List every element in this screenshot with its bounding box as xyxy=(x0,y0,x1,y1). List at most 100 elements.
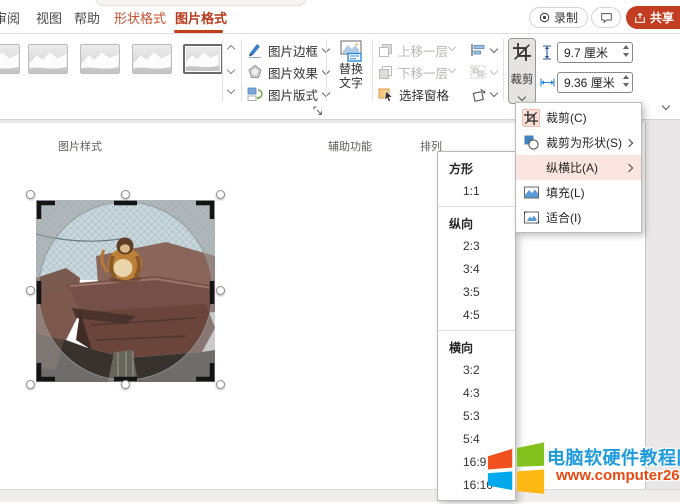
aspect-option-2-3[interactable]: 2:3 xyxy=(438,235,515,258)
picture-style-thumbnail[interactable] xyxy=(80,44,120,74)
active-tab-underline xyxy=(174,30,223,33)
selection-pane-button[interactable]: 选择窗格 xyxy=(378,84,449,104)
menu-item-fit[interactable]: 适合(I) xyxy=(516,205,641,230)
menu-item-fill-label: 填充(L) xyxy=(546,186,585,200)
aspect-option-4-3[interactable]: 4:3 xyxy=(438,382,515,405)
ribbon-tab-bar: 审阅 视图 帮助 形状格式 图片格式 录制 共享 xyxy=(0,0,680,34)
aspect-option-1-1[interactable]: 1:1 xyxy=(438,180,515,203)
bring-forward-label: 上移一层 xyxy=(398,44,449,59)
group-objects-icon xyxy=(470,65,486,79)
submenu-arrow-icon xyxy=(624,138,634,147)
record-label: 录制 xyxy=(554,11,579,25)
alt-text-icon xyxy=(340,40,362,62)
rotate-button[interactable] xyxy=(470,84,499,104)
site-watermark: 电脑软硬件教程网 www.computer26.com xyxy=(486,440,680,501)
dialog-launcher-icon[interactable] xyxy=(313,106,323,116)
menu-item-fit-label: 适合(I) xyxy=(546,211,582,225)
picture-layout-label: 图片版式 xyxy=(268,88,319,103)
selection-handle[interactable] xyxy=(121,380,130,389)
picture-style-thumbnail[interactable] xyxy=(28,44,68,74)
windows-logo xyxy=(487,442,545,494)
selection-handle[interactable] xyxy=(121,190,130,199)
selection-handle[interactable] xyxy=(26,190,35,199)
gallery-more-icon[interactable] xyxy=(223,81,238,102)
share-label: 共享 xyxy=(650,11,675,25)
width-field[interactable]: 9.36 厘米 xyxy=(557,72,633,93)
menu-item-crop-to-shape-label: 裁剪为形状(S) xyxy=(546,136,622,150)
picture-layout-icon xyxy=(247,87,263,101)
group-separator xyxy=(372,39,373,101)
bring-forward-button: 上移一层 xyxy=(378,40,448,60)
selection-handle[interactable] xyxy=(216,190,225,199)
fit-icon xyxy=(522,209,540,227)
portrait-section-header: 纵向 xyxy=(449,217,474,231)
tab-view[interactable]: 视图 xyxy=(36,8,62,27)
aspect-option-3-4[interactable]: 3:4 xyxy=(438,258,515,281)
gallery-up-icon[interactable] xyxy=(223,40,238,61)
picture-border-button[interactable]: 图片边框 xyxy=(247,40,331,60)
fill-icon xyxy=(522,184,540,202)
picture-effects-button[interactable]: 图片效果 xyxy=(247,62,331,82)
aspect-option-3-2[interactable]: 3:2 xyxy=(438,359,515,382)
chevron-down-icon xyxy=(489,66,499,75)
cropped-picture[interactable] xyxy=(26,190,225,389)
picture-effects-icon xyxy=(248,64,262,78)
group-separator xyxy=(241,39,242,101)
selection-handle[interactable] xyxy=(216,380,225,389)
collapse-ribbon-icon[interactable] xyxy=(661,101,671,111)
alt-text-button[interactable]: 替换 文字 xyxy=(330,40,372,100)
aspect-option-4-5[interactable]: 4:5 xyxy=(438,304,515,327)
selection-handle[interactable] xyxy=(26,380,35,389)
chevron-down-icon xyxy=(447,42,457,52)
menu-item-crop-to-shape[interactable]: 裁剪为形状(S) xyxy=(516,130,641,155)
tab-picture-format[interactable]: 图片格式 xyxy=(175,8,227,27)
record-button[interactable]: 录制 xyxy=(529,7,589,28)
picture-style-thumbnail[interactable] xyxy=(0,44,20,74)
width-spinner[interactable] xyxy=(623,75,629,87)
gallery-down-icon[interactable] xyxy=(223,61,238,82)
tab-shape-format[interactable]: 形状格式 xyxy=(114,8,166,27)
share-button[interactable]: 共享 xyxy=(626,6,680,29)
alt-text-label-line2: 文字 xyxy=(338,76,363,90)
height-field[interactable]: 9.7 厘米 xyxy=(557,42,633,63)
crop-icon xyxy=(522,108,540,127)
crop-button[interactable]: 裁剪 xyxy=(508,38,536,104)
menu-item-aspect-ratio[interactable]: 纵横比(A) xyxy=(516,155,641,180)
height-spinner[interactable] xyxy=(623,45,629,57)
selection-pane-icon xyxy=(378,88,394,102)
picture-style-thumbnail[interactable] xyxy=(132,44,172,74)
send-backward-button: 下移一层 xyxy=(378,62,448,82)
menu-item-crop-label: 裁剪(C) xyxy=(546,111,587,125)
align-icon xyxy=(471,44,485,56)
aspect-option-5-3[interactable]: 5:3 xyxy=(438,405,515,428)
height-icon xyxy=(543,45,551,60)
menu-item-crop[interactable]: 裁剪(C) xyxy=(516,105,641,130)
monkey-photo xyxy=(35,200,215,382)
search-box-remnant[interactable] xyxy=(95,0,307,6)
record-icon xyxy=(539,12,550,23)
submenu-arrow-icon xyxy=(624,163,634,172)
aspect-option-3-5[interactable]: 3:5 xyxy=(438,281,515,304)
picture-border-icon xyxy=(249,44,261,58)
chevron-down-icon xyxy=(489,44,499,53)
picture-style-thumbnail-selected[interactable] xyxy=(183,44,223,74)
rotate-icon xyxy=(472,88,486,102)
selection-handle[interactable] xyxy=(26,286,35,295)
group-separator xyxy=(326,39,327,101)
crop-to-shape-icon xyxy=(522,134,540,152)
chevron-down-icon xyxy=(489,88,499,97)
tab-help[interactable]: 帮助 xyxy=(74,8,100,27)
align-button[interactable] xyxy=(470,40,499,60)
chevron-down-icon xyxy=(447,64,457,74)
menu-item-fill[interactable]: 填充(L) xyxy=(516,180,641,205)
alt-text-label-line1: 替换 xyxy=(338,62,363,76)
tab-review[interactable]: 审阅 xyxy=(0,8,20,27)
picture-layout-button[interactable]: 图片版式 xyxy=(247,84,331,104)
picture-styles-group-label: 图片样式 xyxy=(58,141,102,153)
picture-effects-label: 图片效果 xyxy=(268,66,319,81)
comments-button[interactable] xyxy=(591,7,621,28)
accessibility-group-label: 辅助功能 xyxy=(328,141,372,153)
send-backward-icon xyxy=(379,65,392,79)
selection-handle[interactable] xyxy=(216,286,225,295)
picture-border-label: 图片边框 xyxy=(268,44,319,59)
